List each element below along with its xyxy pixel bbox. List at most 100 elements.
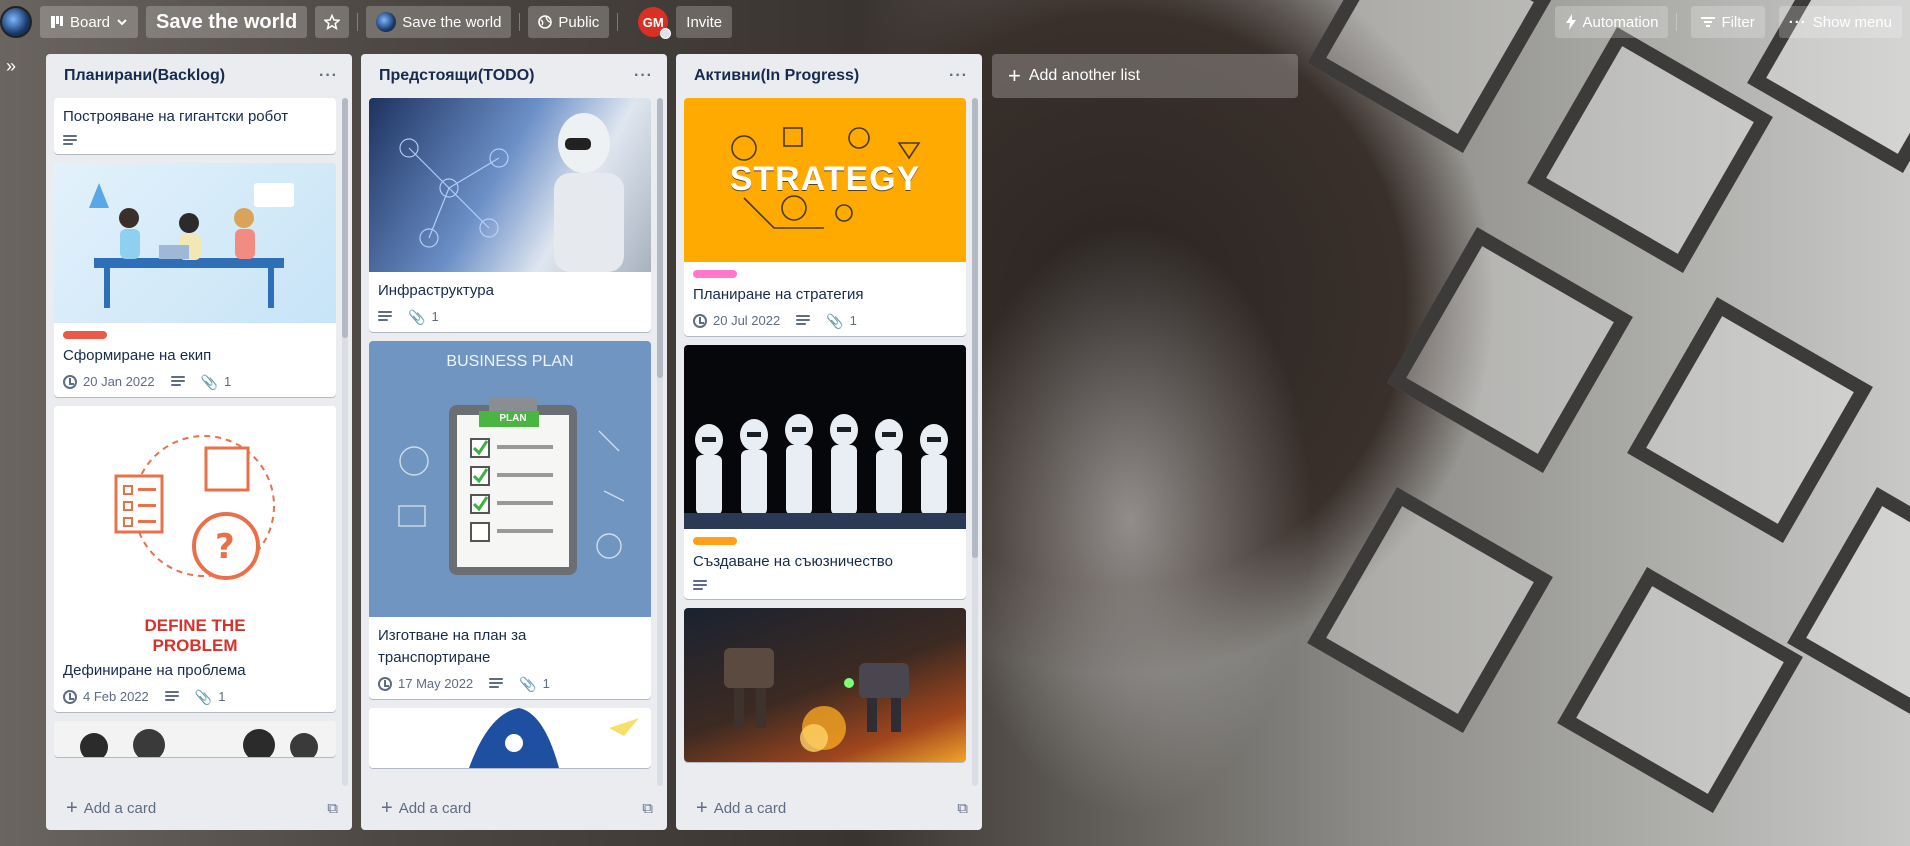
card[interactable]: STRATEGY Планиране на стратегия 20 Jul 2…	[684, 98, 966, 336]
visibility-button[interactable]: Public	[528, 6, 610, 38]
list-header[interactable]: Предстоящи(TODO) ···	[361, 54, 667, 98]
list-scrollbar[interactable]	[342, 98, 348, 786]
paperclip-icon: 📎	[519, 675, 537, 692]
card[interactable]	[369, 708, 651, 768]
template-icon[interactable]: ⧉	[957, 800, 968, 817]
list-header[interactable]: Активни(In Progress) ···	[676, 54, 982, 98]
team-illustration-icon	[89, 183, 294, 308]
admin-badge-icon	[660, 28, 672, 39]
member-avatar[interactable]: GM	[638, 7, 672, 39]
card[interactable]: Сформиране на екип 20 Jan 2022 📎 1	[54, 163, 336, 397]
clock-icon	[378, 676, 392, 691]
card[interactable]	[684, 608, 966, 762]
star-board-button[interactable]	[315, 6, 350, 38]
attachments-badge: 📎 1	[826, 313, 857, 328]
list-backlog: Планирани(Backlog) ··· Построяване на ги…	[46, 54, 352, 830]
topbar-divider	[519, 13, 521, 31]
due-date-badge: 17 May 2022	[378, 676, 473, 691]
card-badges: 20 Jan 2022 📎 1	[63, 374, 327, 389]
list-title: Планирани(Backlog)	[64, 67, 226, 84]
view-switcher-button[interactable]: Board	[40, 6, 139, 38]
workspace-button[interactable]: Save the world	[366, 6, 512, 38]
clock-icon	[693, 313, 707, 328]
board-title-button[interactable]: Save the world	[146, 6, 308, 38]
card-badges	[63, 135, 327, 146]
add-card-label: Add a card	[713, 799, 787, 817]
card-title: Инфраструктура	[378, 282, 494, 299]
due-date-badge: 4 Feb 2022	[63, 689, 149, 704]
list-footer: + Add a card ⧉	[361, 786, 667, 830]
list-menu-icon[interactable]: ···	[319, 67, 338, 85]
card-cover-image	[54, 721, 336, 757]
template-icon[interactable]: ⧉	[327, 800, 338, 817]
card-title: Дефиниране на проблема	[63, 662, 246, 679]
attachment-count: 1	[224, 374, 232, 389]
card[interactable]: Създаване на съюзничество	[684, 345, 966, 599]
paperclip-icon: 📎	[826, 312, 844, 329]
invite-button[interactable]: Invite	[676, 6, 733, 38]
card-label	[693, 537, 737, 545]
list-scrollbar[interactable]	[657, 98, 663, 786]
list-todo: Предстоящи(TODO) ··· Инфраструктура 📎 1 …	[361, 54, 667, 830]
automation-button[interactable]: Automation	[1554, 6, 1669, 38]
filter-button[interactable]: Filter	[1691, 6, 1765, 38]
description-icon	[63, 135, 77, 146]
card[interactable]: Инфраструктура 📎 1	[369, 98, 651, 332]
robot-network-illustration-icon	[399, 113, 624, 272]
add-card-label: Add a card	[83, 799, 157, 817]
list-footer: + Add a card ⧉	[676, 786, 982, 830]
card-label	[693, 270, 737, 278]
workspace-logo-icon[interactable]	[0, 6, 32, 38]
filter-icon	[1701, 17, 1716, 27]
lightning-icon	[1565, 14, 1576, 30]
list-in-progress: Активни(In Progress) ··· STRATEGY Планир…	[676, 54, 982, 830]
card-badges	[693, 580, 957, 591]
add-card-button[interactable]: + Add a card	[696, 798, 786, 818]
card[interactable]: Построяване на гигантски робот	[54, 98, 336, 154]
show-menu-button[interactable]: ··· Show menu	[1778, 6, 1902, 38]
card[interactable]	[54, 721, 336, 757]
add-card-button[interactable]: + Add a card	[66, 798, 156, 818]
add-card-label: Add a card	[398, 799, 472, 817]
card[interactable]: BUSINESS PLAN PLAN Изготване на план за …	[369, 341, 651, 699]
add-list-button[interactable]: + Add another list	[992, 54, 1298, 98]
attachments-badge: 📎 1	[201, 374, 232, 389]
globe-icon	[538, 15, 553, 29]
define-problem-illustration-icon: ?	[114, 435, 275, 580]
gears-illustration-icon	[80, 729, 318, 757]
list-title: Активни(In Progress)	[694, 67, 860, 84]
attachments-badge: 📎 1	[195, 689, 226, 704]
board-title: Save the world	[156, 10, 298, 33]
card-title: Построяване на гигантски робот	[63, 108, 289, 125]
card-badges: 4 Feb 2022 📎 1	[63, 689, 327, 704]
card-cover-image	[684, 345, 966, 529]
card-cover-image	[54, 163, 336, 323]
ellipsis-icon: ···	[1788, 13, 1807, 31]
topbar-divider	[357, 13, 359, 31]
card[interactable]: ? DEFINE THE PROBLEM Дефиниране на пробл…	[54, 406, 336, 712]
list-menu-icon[interactable]: ···	[634, 67, 653, 85]
workspace-thumbnail-icon	[376, 12, 397, 32]
list-menu-icon[interactable]: ···	[949, 67, 968, 85]
plus-icon: +	[66, 797, 78, 819]
template-icon[interactable]: ⧉	[642, 800, 653, 817]
card-label	[63, 331, 107, 339]
description-icon	[170, 376, 185, 387]
list-scrollbar[interactable]	[972, 98, 978, 786]
due-date-badge: 20 Jul 2022	[693, 313, 780, 328]
business-plan-clipboard-icon	[398, 397, 625, 575]
visibility-label: Public	[558, 13, 600, 31]
card-cover-image: BUSINESS PLAN PLAN	[369, 341, 651, 617]
card-title: Сформиране на екип	[63, 347, 212, 364]
add-card-button[interactable]: + Add a card	[381, 798, 471, 818]
due-date-badge: 20 Jan 2022	[63, 374, 155, 389]
chevron-down-icon	[117, 19, 127, 26]
view-switcher-label: Board	[70, 13, 111, 31]
attachments-badge: 📎 1	[408, 309, 439, 324]
card-badges: 20 Jul 2022 📎 1	[693, 313, 957, 328]
expand-sidebar-icon[interactable]: »	[6, 56, 16, 77]
attachment-count: 1	[542, 676, 550, 691]
list-header[interactable]: Планирани(Backlog) ···	[46, 54, 352, 98]
description-icon	[693, 580, 707, 591]
add-list-label: Add another list	[1028, 67, 1141, 84]
